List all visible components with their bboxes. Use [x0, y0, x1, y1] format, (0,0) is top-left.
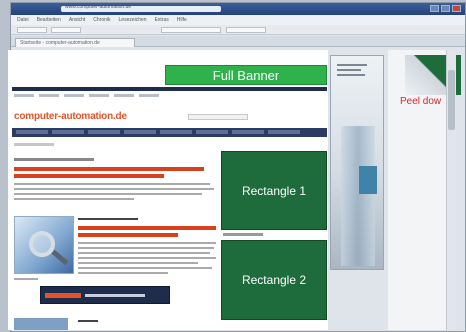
search-field[interactable]	[161, 27, 221, 33]
service-links	[12, 92, 222, 99]
title-bar: www.computer-automation.de	[11, 3, 465, 15]
tab-active[interactable]: Startseite - computer-automation.de	[15, 38, 135, 47]
close-icon[interactable]	[452, 5, 461, 12]
article-meta	[14, 158, 94, 161]
menu-edit[interactable]: Bearbeiten	[37, 17, 61, 23]
forward-button[interactable]	[51, 27, 81, 33]
breadcrumb[interactable]	[14, 143, 54, 146]
promo-banner[interactable]	[40, 286, 170, 304]
service-link[interactable]	[89, 94, 109, 97]
nav-item[interactable]	[124, 130, 156, 134]
nav-item[interactable]	[16, 130, 48, 134]
maximize-icon[interactable]	[441, 5, 450, 12]
back-button[interactable]	[17, 27, 47, 33]
magnifier-image[interactable]	[14, 216, 74, 274]
menu-bar: Datei Bearbeiten Ansicht Chronik Lesezei…	[11, 15, 465, 25]
nav-item[interactable]	[52, 130, 84, 134]
full-banner-ad[interactable]: Full Banner	[165, 65, 327, 85]
address-text: www.computer-automation.de	[65, 4, 132, 10]
nav-item[interactable]	[88, 130, 120, 134]
service-link[interactable]	[139, 94, 159, 97]
main-navigation	[12, 128, 327, 137]
tab-bar: Startseite - computer-automation.de	[11, 36, 465, 47]
menu-bookmarks[interactable]: Lesezeichen	[119, 17, 147, 23]
window-controls	[430, 5, 461, 12]
nav-item[interactable]	[160, 130, 192, 134]
teaser-text	[78, 242, 218, 277]
bookmark-button[interactable]	[226, 27, 266, 33]
menu-tools[interactable]: Extras	[155, 17, 169, 23]
person-figure	[341, 126, 375, 266]
menu-history[interactable]: Chronik	[93, 17, 110, 23]
peel-down-label: Peel dow	[400, 96, 442, 107]
bottom-thumbnail[interactable]	[14, 318, 68, 330]
nav-item[interactable]	[196, 130, 228, 134]
rectangle-1-ad[interactable]: Rectangle 1	[221, 151, 327, 230]
vertical-scrollbar[interactable]	[446, 50, 456, 330]
menu-view[interactable]: Ansicht	[69, 17, 85, 23]
web-page: Full Banner computer-automation.de Recta…	[8, 50, 328, 330]
nav-item[interactable]	[268, 130, 300, 134]
toolbar	[11, 25, 465, 35]
skyscraper-ad[interactable]	[330, 55, 384, 270]
bottom-teaser-text	[78, 320, 138, 325]
lead-article-text	[14, 183, 214, 203]
scrollbar-thumb[interactable]	[448, 70, 455, 130]
service-link[interactable]	[64, 94, 84, 97]
service-link[interactable]	[14, 94, 34, 97]
touch-panel-image	[359, 166, 377, 194]
rectangle-2-ad[interactable]: Rectangle 2	[221, 240, 327, 320]
teaser-headline[interactable]	[78, 226, 218, 240]
site-logo[interactable]: computer-automation.de	[14, 111, 127, 122]
service-link[interactable]	[114, 94, 134, 97]
menu-help[interactable]: Hilfe	[177, 17, 187, 23]
minimize-icon[interactable]	[430, 5, 439, 12]
lead-article-headline[interactable]	[14, 167, 214, 181]
tab-title: Startseite - computer-automation.de	[20, 40, 100, 46]
nav-item[interactable]	[232, 130, 264, 134]
address-bar[interactable]: www.computer-automation.de	[61, 4, 221, 12]
menu-file[interactable]: Datei	[17, 17, 29, 23]
section-label	[14, 278, 44, 283]
service-link[interactable]	[39, 94, 59, 97]
teaser-kicker	[78, 218, 138, 223]
top-nav-strip	[12, 87, 327, 91]
site-search-input[interactable]	[188, 114, 248, 120]
ad-caption	[223, 233, 263, 236]
